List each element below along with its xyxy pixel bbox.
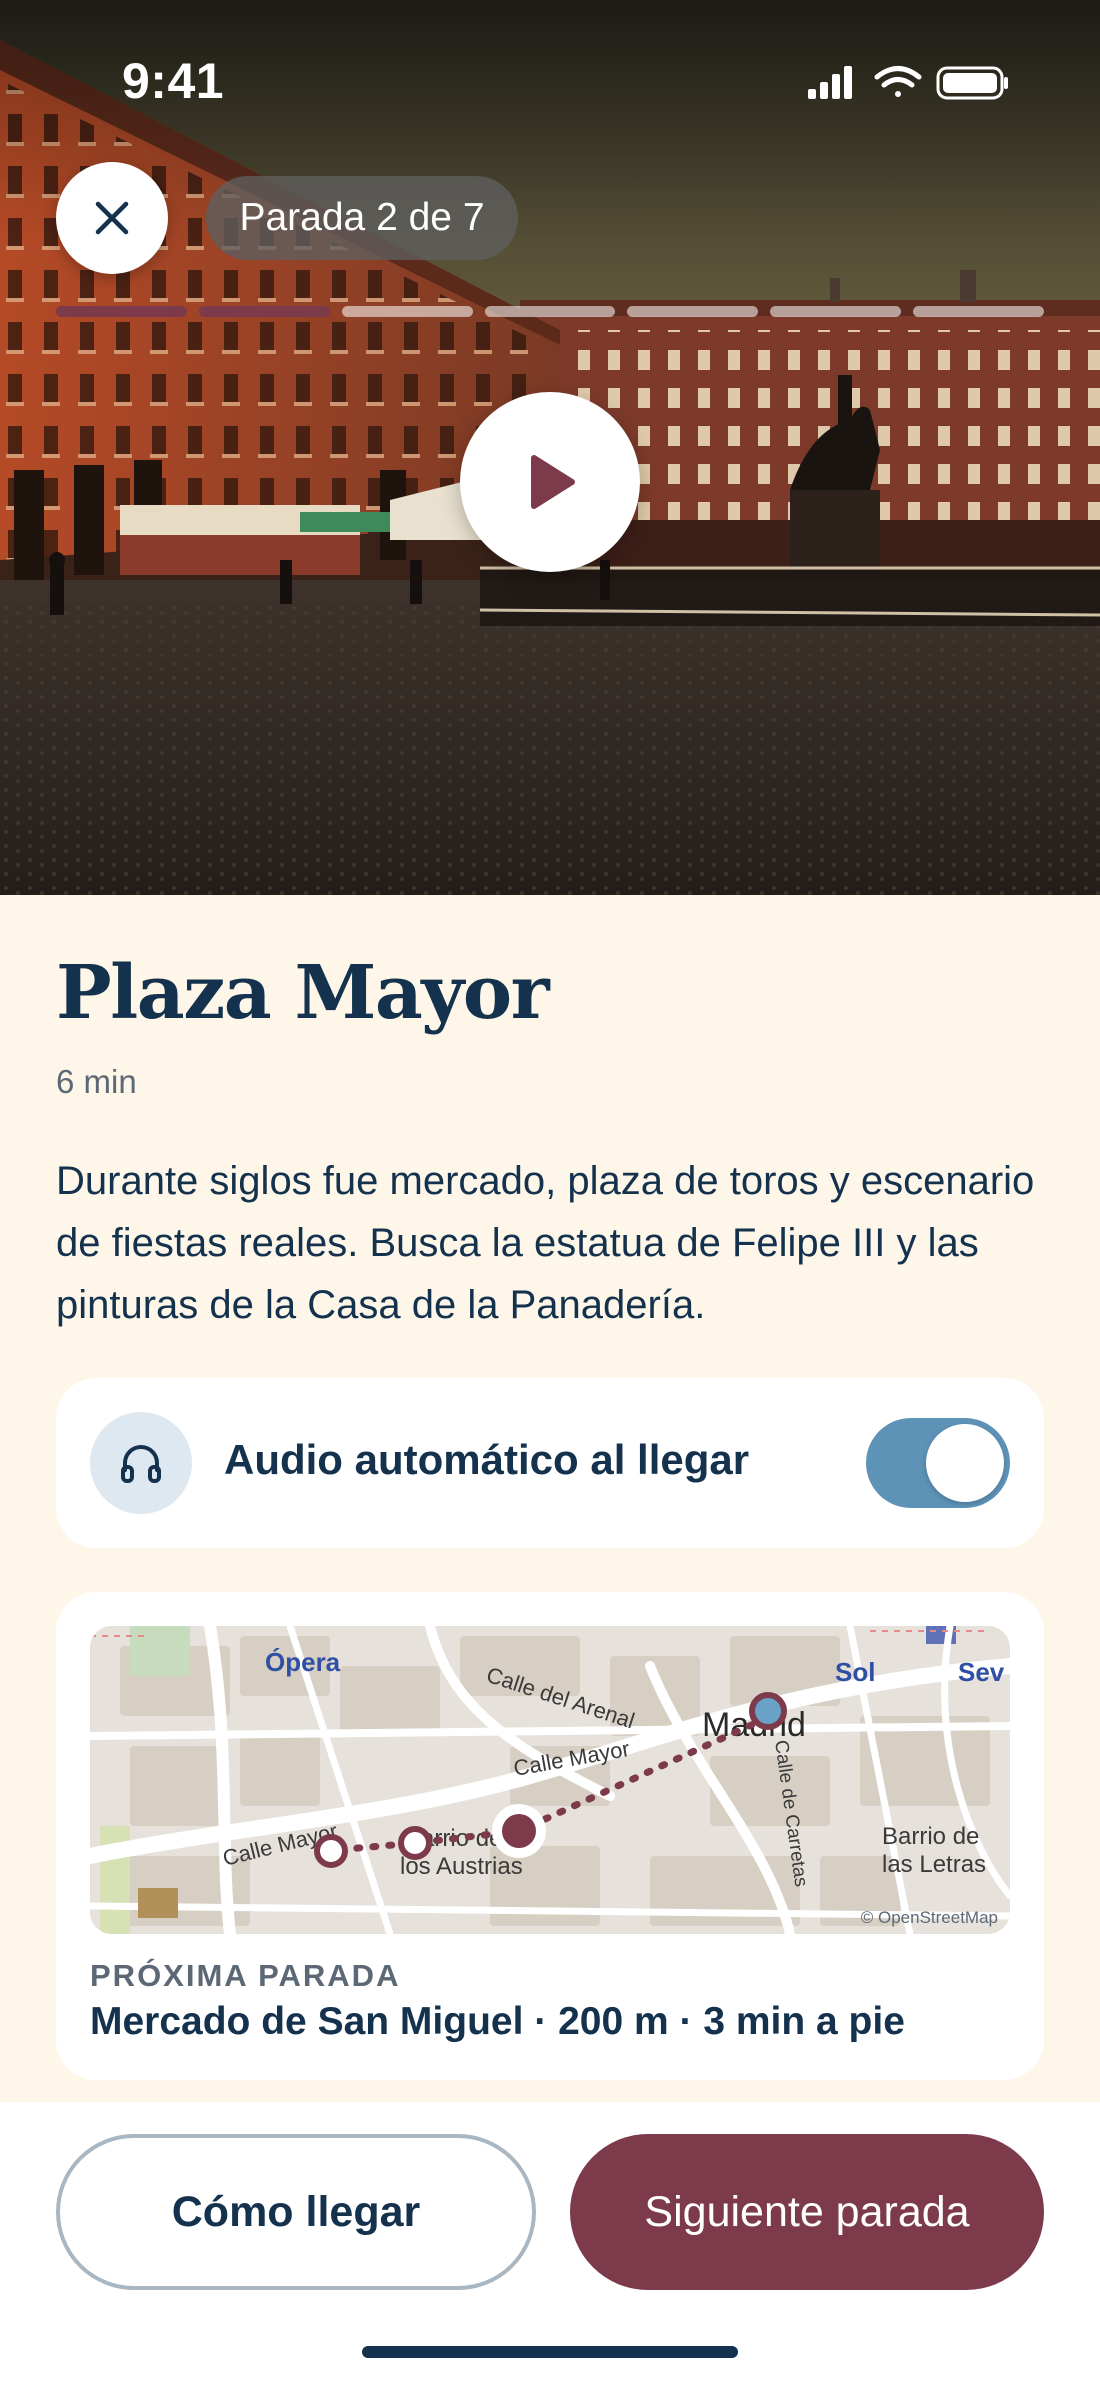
progress-segment bbox=[627, 306, 759, 317]
next-stop-card: Ópera Calle del Arenal Madrid Sol Sev Ca… bbox=[56, 1592, 1044, 2080]
status-bar: 9:41 bbox=[0, 0, 1100, 150]
toggle-knob bbox=[926, 1424, 1004, 1502]
stop-title: Plaza Mayor bbox=[56, 950, 550, 1036]
bottom-action-bar: Cómo llegar Siguiente parada bbox=[0, 2102, 1100, 2386]
map-attribution: © OpenStreetMap bbox=[860, 1908, 998, 1927]
play-button[interactable] bbox=[460, 392, 640, 572]
audio-auto-toggle[interactable] bbox=[866, 1418, 1010, 1508]
home-indicator[interactable] bbox=[362, 2346, 738, 2358]
hero-image: 9:41 Parada 2 de 7 bbox=[0, 0, 1100, 895]
progress-segment bbox=[341, 306, 473, 317]
progress-segment bbox=[913, 306, 1045, 317]
svg-text:Sev: Sev bbox=[958, 1657, 1005, 1687]
map-next-stop-marker[interactable] bbox=[749, 1692, 787, 1730]
svg-text:Barrio de: Barrio de bbox=[882, 1823, 979, 1850]
route-map[interactable]: Ópera Calle del Arenal Madrid Sol Sev Ca… bbox=[90, 1626, 1010, 1934]
map-canvas: Ópera Calle del Arenal Madrid Sol Sev Ca… bbox=[90, 1626, 1010, 1934]
progress-segment bbox=[770, 306, 902, 317]
svg-text:Sol: Sol bbox=[835, 1657, 875, 1687]
status-time: 9:41 bbox=[122, 53, 225, 109]
audio-auto-label: Audio automático al llegar bbox=[224, 1436, 750, 1483]
play-icon bbox=[531, 455, 575, 509]
status-icons bbox=[800, 62, 1010, 107]
wifi-icon bbox=[874, 66, 922, 97]
directions-button[interactable]: Cómo llegar bbox=[56, 2134, 536, 2290]
close-button[interactable] bbox=[56, 162, 168, 274]
progress-segment bbox=[56, 306, 187, 317]
headphones-icon bbox=[90, 1412, 192, 1514]
svg-text:las Letras: las Letras bbox=[882, 1851, 986, 1878]
map-stop-marker-1[interactable] bbox=[314, 1834, 348, 1868]
stop-indicator: Parada 2 de 7 bbox=[206, 176, 518, 260]
close-icon bbox=[95, 201, 129, 235]
progress-segment bbox=[198, 306, 330, 317]
tour-progress bbox=[56, 306, 1045, 318]
battery-icon bbox=[936, 66, 1008, 100]
signal-icon bbox=[808, 66, 852, 99]
next-stop-button[interactable]: Siguiente parada bbox=[570, 2134, 1044, 2290]
audio-auto-card: Audio automático al llegar bbox=[56, 1378, 1044, 1548]
map-current-stop-marker[interactable] bbox=[492, 1804, 546, 1858]
next-stop-value: Mercado de San Miguel · 200 m · 3 min a … bbox=[90, 2000, 905, 2043]
svg-text:Ópera: Ópera bbox=[265, 1647, 341, 1677]
map-stop-marker-2[interactable] bbox=[398, 1826, 432, 1860]
stop-duration: 6 min bbox=[56, 1063, 137, 1100]
next-stop-label: PRÓXIMA PARADA bbox=[90, 1958, 401, 1993]
progress-segment bbox=[484, 306, 616, 317]
stop-description: Durante siglos fue mercado, plaza de tor… bbox=[56, 1159, 1035, 1327]
